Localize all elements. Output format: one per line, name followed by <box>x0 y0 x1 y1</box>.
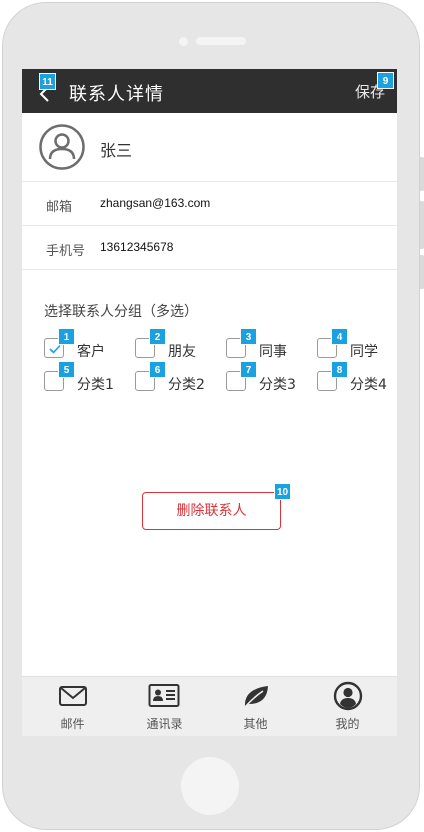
tab-me[interactable]: 我的 <box>301 677 394 736</box>
tab-label: 我的 <box>335 717 360 731</box>
bottom-tab-bar: 邮件 通讯录 其他 我的 <box>22 676 397 736</box>
avatar-icon <box>39 124 85 170</box>
annotation-badge: 7 <box>240 361 257 378</box>
phone-speaker <box>196 37 246 45</box>
checkbox-label: 同学 <box>350 344 378 360</box>
annotation-badge: 10 <box>274 483 291 500</box>
phone-row[interactable]: 手机号 13612345678 <box>22 226 397 270</box>
checkbox-label: 分类4 <box>350 377 387 393</box>
phone-volume-down-button <box>420 255 424 289</box>
tab-label: 通讯录 <box>146 717 183 731</box>
tab-label: 邮件 <box>60 717 85 731</box>
phone-side-button <box>420 157 424 191</box>
contact-profile-row: 张三 <box>22 113 397 182</box>
annotation-badge: 9 <box>377 72 394 89</box>
tab-other[interactable]: 其他 <box>209 677 302 736</box>
phone-volume-up-button <box>420 201 424 249</box>
tab-label: 其他 <box>243 717 268 731</box>
app-screen: 11 联系人详情 保存 9 张三 邮箱 zhangsan@163.com 手机号… <box>22 69 397 736</box>
annotation-badge: 2 <box>149 328 166 345</box>
tab-mail[interactable]: 邮件 <box>26 677 119 736</box>
mail-icon <box>59 686 87 706</box>
annotation-badge: 3 <box>240 328 257 345</box>
email-field[interactable]: zhangsan@163.com <box>100 196 210 210</box>
annotation-badge: 5 <box>58 361 75 378</box>
email-row[interactable]: 邮箱 zhangsan@163.com <box>22 182 397 226</box>
contacts-card-icon <box>148 684 180 707</box>
annotation-badge: 11 <box>39 73 56 90</box>
tab-contacts[interactable]: 通讯录 <box>118 677 211 736</box>
phone-label: 手机号 <box>46 244 86 259</box>
contact-name: 张三 <box>100 141 133 160</box>
checkbox-label: 客户 <box>77 344 105 360</box>
user-profile-icon <box>333 681 363 711</box>
phone-camera <box>179 37 188 46</box>
checkbox-label: 分类2 <box>168 377 205 393</box>
nav-bar: 11 联系人详情 保存 9 <box>22 69 397 113</box>
checkbox-label: 朋友 <box>168 344 196 360</box>
page-title: 联系人详情 <box>69 84 164 105</box>
checkbox-label: 分类3 <box>259 377 296 393</box>
checkbox-label: 分类1 <box>77 377 114 393</box>
group-section-title: 选择联系人分组（多选） <box>44 304 198 320</box>
leaf-icon <box>244 686 268 708</box>
email-label: 邮箱 <box>46 200 73 215</box>
checkbox-label: 同事 <box>259 344 287 360</box>
phone-home-button[interactable] <box>181 757 239 815</box>
phone-field[interactable]: 13612345678 <box>100 240 173 254</box>
annotation-badge: 1 <box>58 328 75 345</box>
annotation-badge: 8 <box>331 361 348 378</box>
annotation-badge: 4 <box>331 328 348 345</box>
annotation-badge: 6 <box>149 361 166 378</box>
delete-contact-button[interactable]: 删除联系人 <box>142 492 281 530</box>
